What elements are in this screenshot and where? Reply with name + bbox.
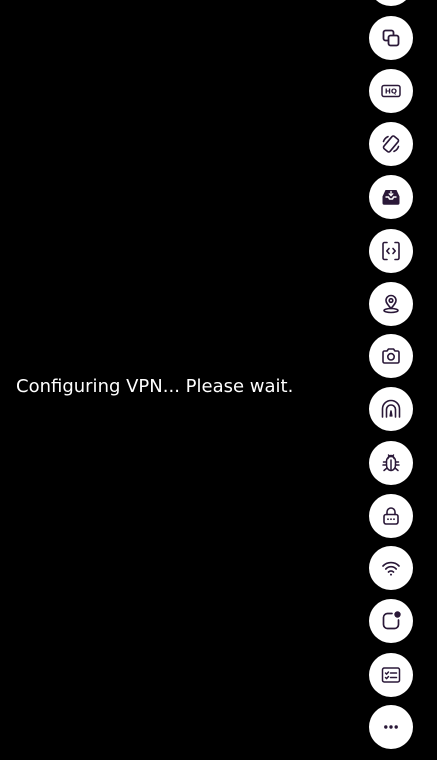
vpn-status-message: Configuring VPN... Please wait. xyxy=(16,376,294,397)
tunnel-button[interactable] xyxy=(369,387,413,431)
location-button[interactable] xyxy=(369,282,413,326)
lock-button[interactable] xyxy=(369,494,413,538)
hq-button[interactable]: HQ xyxy=(369,69,413,113)
rotate-button[interactable] xyxy=(369,122,413,166)
copy-icon xyxy=(382,29,400,47)
notification-button[interactable] xyxy=(369,599,413,643)
wifi-icon xyxy=(382,561,400,576)
lock-icon xyxy=(383,507,399,525)
checklist-button[interactable] xyxy=(369,653,413,697)
inbox-button[interactable] xyxy=(369,175,413,219)
tunnel-icon xyxy=(381,399,401,418)
camera-icon xyxy=(382,348,400,364)
wifi-button[interactable] xyxy=(369,546,413,590)
map-pin-icon xyxy=(383,294,399,314)
device-screen: Configuring VPN... Please wait. HQ xyxy=(0,0,437,760)
inbox-tray-icon xyxy=(382,190,400,205)
hq-icon: HQ xyxy=(381,84,401,98)
code-screen-icon xyxy=(382,241,400,261)
more-button[interactable] xyxy=(369,705,413,749)
notification-dot-icon xyxy=(382,611,401,630)
debug-button[interactable] xyxy=(369,441,413,485)
toolbar-button-top-partial[interactable] xyxy=(369,0,413,6)
bug-icon xyxy=(382,454,400,472)
camera-button[interactable] xyxy=(369,334,413,378)
code-button[interactable] xyxy=(369,229,413,273)
side-toolbar: HQ xyxy=(369,0,415,760)
checklist-icon xyxy=(381,667,401,683)
copy-button[interactable] xyxy=(369,16,413,60)
rotate-device-icon xyxy=(382,135,400,153)
more-dots-icon xyxy=(384,725,398,729)
hq-label: HQ xyxy=(385,87,397,96)
